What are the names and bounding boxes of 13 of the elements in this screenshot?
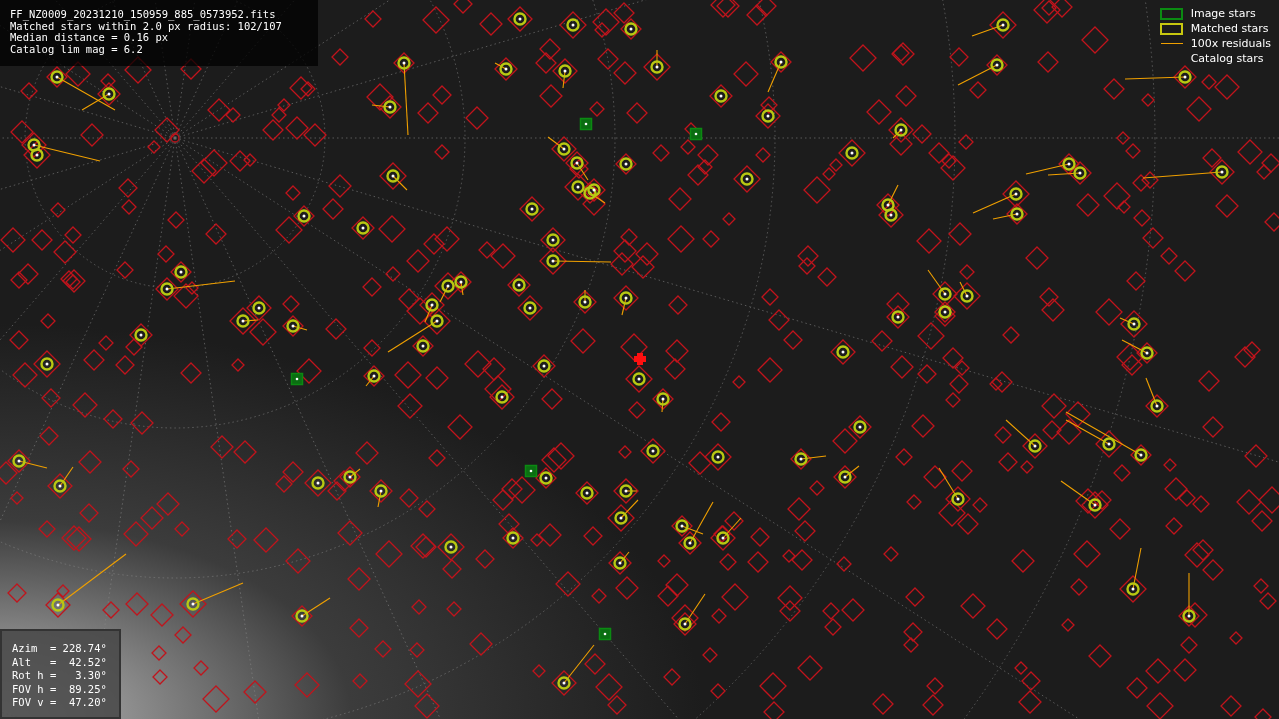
info-text: Catalog lim mag = 6.2 [10,43,144,55]
info-text: Median distance = 0.16 px [10,32,169,44]
pointing-text: Azim = 228.74° [12,643,108,655]
pointing-text: Rot h = 3.30° [12,670,108,682]
pointing-text: FOV h = 89.25° [12,683,108,695]
legend-label: Catalog stars [1190,52,1264,65]
info-text: FF_NZ0009_20231210_150959_885_0573952.fits [10,9,277,21]
legend-label: Matched stars [1190,22,1269,35]
legend-label: Image stars [1190,7,1256,20]
pointing-text: Alt = 42.52° [12,656,108,668]
legend-label: 100x residuals [1190,37,1271,50]
info-text: Matched stars within 2.0 px radius: 102/107 [10,20,283,32]
pointing-text: FOV v = 47.20° [12,697,108,709]
